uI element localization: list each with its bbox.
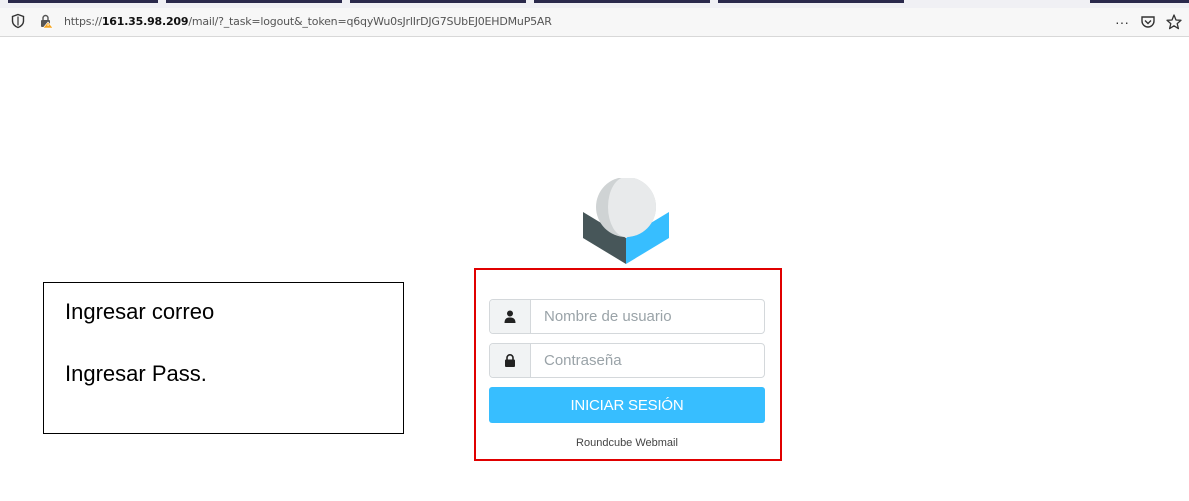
url-host: 161.35.98.209 (101, 15, 189, 28)
annotation-line-email: Ingresar correo (65, 299, 215, 324)
tab[interactable] (1090, 0, 1189, 3)
tab[interactable] (350, 0, 526, 3)
bookmark-star-icon[interactable] (1165, 13, 1183, 31)
roundcube-logo (580, 177, 672, 264)
insecure-lock-icon[interactable] (38, 13, 54, 29)
page-actions-icon[interactable]: ··· (1113, 13, 1131, 31)
url-text[interactable]: https://161.35.98.209/mail/?_task=logout… (64, 15, 552, 28)
url-prefix: https:// (64, 15, 102, 28)
annotation-line-password: Ingresar Pass. (65, 361, 207, 386)
url-path: /mail/?_task=logout&_token=q6qyWu0sJrlIr… (188, 15, 552, 28)
tab[interactable] (166, 0, 342, 3)
highlight-frame (474, 268, 782, 461)
address-bar[interactable]: https://161.35.98.209/mail/?_task=logout… (0, 8, 1189, 37)
tab[interactable] (534, 0, 710, 3)
annotation-box: Ingresar correo Ingresar Pass. (43, 282, 404, 434)
tracking-shield-icon[interactable] (10, 13, 26, 29)
tab[interactable] (8, 0, 158, 3)
tab-strip (0, 0, 1189, 8)
tab[interactable] (718, 0, 904, 3)
pocket-icon[interactable] (1139, 13, 1157, 31)
